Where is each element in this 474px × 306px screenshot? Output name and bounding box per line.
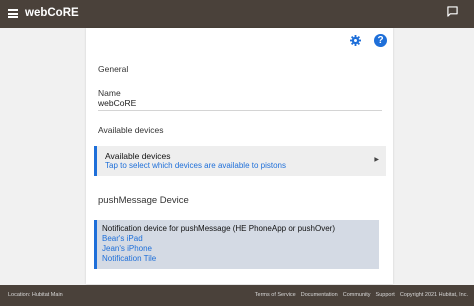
footer: Location: Hubitat Main Terms of Service … (0, 285, 474, 306)
footer-link-terms[interactable]: Terms of Service (255, 292, 296, 298)
top-bar: webCoRE (0, 0, 474, 28)
footer-link-support[interactable]: Support (376, 292, 395, 298)
message-icon[interactable] (447, 6, 458, 17)
available-devices-selector[interactable]: Available devices Tap to select which de… (94, 146, 386, 176)
footer-location: Location: Hubitat Main (8, 292, 63, 298)
selected-device: Jean's iPhone (102, 244, 153, 253)
available-devices-title: Available devices (105, 151, 171, 161)
chevron-right-icon: ▶ (374, 157, 379, 163)
available-devices-section-label: Available devices (98, 125, 164, 135)
hamburger-menu-icon[interactable] (8, 9, 18, 18)
selected-device: Notification Tile (102, 254, 157, 263)
notification-device-title: Notification device for pushMessage (HE … (102, 224, 336, 233)
footer-link-documentation[interactable]: Documentation (301, 292, 338, 298)
footer-copyright: Copyright 2021 Hubitat, Inc. (399, 292, 468, 298)
available-devices-subtitle: Tap to select which devices are availabl… (105, 161, 286, 170)
app-settings-panel: ? General Name webCoRE Available devices… (86, 28, 393, 284)
name-label: Name (98, 88, 121, 98)
app-title: webCoRE (25, 7, 79, 19)
name-field-underline (98, 110, 382, 111)
gear-icon[interactable] (350, 35, 361, 46)
footer-links: Terms of Service Documentation Community… (255, 292, 468, 298)
push-message-section-label: pushMessage Device (98, 195, 189, 206)
notification-device-selector[interactable]: Notification device for pushMessage (HE … (94, 220, 379, 269)
general-section-label: General (98, 64, 129, 74)
selected-device: Bear's iPad (102, 234, 143, 243)
help-icon[interactable]: ? (374, 34, 387, 47)
footer-link-community[interactable]: Community (343, 292, 371, 298)
name-field[interactable]: webCoRE (98, 98, 136, 108)
